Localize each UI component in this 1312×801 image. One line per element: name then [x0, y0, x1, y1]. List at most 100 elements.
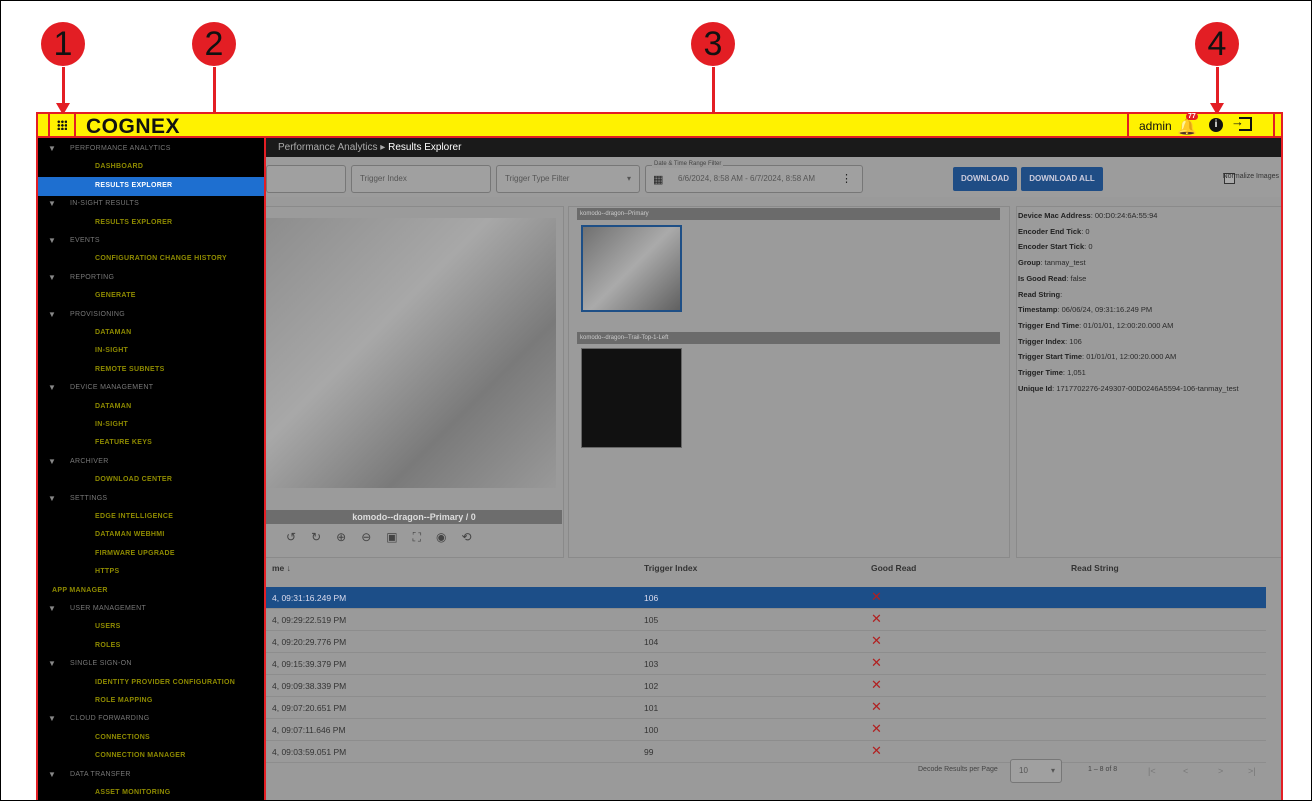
- sidebar-item[interactable]: CONNECTIONS: [38, 729, 264, 748]
- breadcrumb-separator: ▸: [380, 142, 386, 153]
- table-row[interactable]: 4, 09:07:11.646 PM 100 ✕: [266, 719, 1266, 741]
- table-row[interactable]: 4, 09:03:59.051 PM 99 ✕: [266, 741, 1266, 763]
- sidebar-item[interactable]: ROLE MAPPING: [38, 692, 264, 711]
- normalize-images-label: Normalize Images: [1222, 173, 1279, 180]
- meta-row: Trigger End Time: 01/01/01, 12:00:20.000…: [1018, 320, 1174, 330]
- sidebar-item-label: IN-SIGHT RESULTS: [70, 200, 140, 208]
- sidebar-section[interactable]: ▼ PROVISIONING: [38, 306, 264, 325]
- per-page-select[interactable]: 10 ▾: [1010, 759, 1062, 783]
- table-row[interactable]: 4, 09:07:20.651 PM 101 ✕: [266, 697, 1266, 719]
- sidebar-section[interactable]: ▼ SETTINGS: [38, 490, 264, 509]
- sidebar-item[interactable]: IN-SIGHT: [38, 342, 264, 361]
- thumbnail-primary[interactable]: [581, 225, 682, 312]
- focus-icon[interactable]: ◉: [436, 530, 461, 544]
- col-header-time[interactable]: me ↓: [272, 563, 291, 573]
- sidebar-section[interactable]: ▼ USER MANAGEMENT: [38, 600, 264, 619]
- sidebar-item-label: DATAMAN WEBHMI: [95, 531, 165, 539]
- sidebar-item-label: CONNECTION MANAGER: [95, 752, 186, 760]
- first-page-icon[interactable]: |<: [1148, 766, 1156, 776]
- fail-icon: ✕: [871, 655, 882, 670]
- sidebar-item-label: FIRMWARE UPGRADE: [95, 549, 175, 557]
- rotate-cw-icon[interactable]: ↻: [311, 530, 336, 544]
- reset-icon[interactable]: ⟲: [461, 530, 486, 544]
- fit-icon[interactable]: ▣: [386, 530, 412, 544]
- logout-icon[interactable]: [1231, 114, 1252, 131]
- sidebar-item[interactable]: REMOTE SUBNETS: [38, 361, 264, 380]
- last-page-icon[interactable]: >|: [1248, 766, 1256, 776]
- sidebar-item[interactable]: DOWNLOAD CENTER: [38, 471, 264, 490]
- sidebar-section[interactable]: ▼ CLOUD FORWARDING: [38, 710, 264, 729]
- date-range-field[interactable]: Date & Time Range Filter ▦ 6/6/2024, 8:5…: [645, 160, 863, 193]
- sidebar-item[interactable]: ASSET MONITORING: [38, 784, 264, 800]
- meta-row: Unique Id: 1717702276-249307-00D0246A559…: [1018, 383, 1239, 393]
- breadcrumb-parent[interactable]: Performance Analytics: [278, 142, 378, 153]
- sidebar-item[interactable]: RESULTS EXPLORER: [38, 176, 264, 196]
- download-all-button[interactable]: DOWNLOAD ALL: [1021, 167, 1103, 191]
- meta-row: Trigger Time: 1,051: [1018, 368, 1086, 378]
- col-header-good-read[interactable]: Good Read: [871, 563, 916, 573]
- thumbnail-trail[interactable]: [581, 348, 682, 448]
- sidebar-item[interactable]: EDGE INTELLIGENCE: [38, 508, 264, 527]
- user-menu[interactable]: admin: [1139, 119, 1172, 133]
- sidebar-item[interactable]: DATAMAN: [38, 324, 264, 343]
- sidebar-item[interactable]: GENERATE: [38, 287, 264, 306]
- table-row[interactable]: 4, 09:29:22.519 PM 105 ✕: [266, 609, 1266, 631]
- more-vert-icon[interactable]: ⋮: [841, 166, 852, 192]
- fail-icon: ✕: [871, 611, 882, 626]
- sidebar-section[interactable]: ▼ SINGLE SIGN-ON: [38, 655, 264, 674]
- header-actions: admin 🔔 77 i: [1127, 112, 1275, 138]
- fail-icon: ✕: [871, 589, 882, 604]
- sidebar-item-label: EVENTS: [70, 237, 100, 244]
- sidebar-section[interactable]: ▼ DEVICE MANAGEMENT: [38, 379, 264, 398]
- table-row[interactable]: 4, 09:20:29.776 PM 104 ✕: [266, 631, 1266, 653]
- search-field[interactable]: [266, 165, 346, 193]
- table-row[interactable]: 4, 09:31:16.249 PM 106 ✕: [266, 587, 1266, 609]
- sidebar-item[interactable]: CONNECTION MANAGER: [38, 747, 264, 766]
- sidebar-item[interactable]: RESULTS EXPLORER: [38, 214, 264, 233]
- next-page-icon[interactable]: >: [1218, 766, 1223, 776]
- sidebar-item[interactable]: DASHBOARD: [38, 158, 264, 177]
- sidebar-item-label: IN-SIGHT: [95, 347, 129, 355]
- info-icon[interactable]: i: [1209, 118, 1223, 132]
- sidebar-item[interactable]: DATAMAN WEBHMI: [38, 526, 264, 545]
- sidebar-item[interactable]: APP MANAGER: [38, 582, 264, 601]
- sidebar-item[interactable]: USERS: [38, 618, 264, 637]
- sidebar-item[interactable]: DATAMAN: [38, 398, 264, 417]
- col-header-trigger-index[interactable]: Trigger Index: [644, 563, 697, 573]
- fullscreen-icon[interactable]: ⛶: [413, 530, 436, 544]
- calendar-icon[interactable]: ▦: [653, 167, 663, 193]
- inspection-image[interactable]: [266, 218, 556, 488]
- table-row[interactable]: 4, 09:15:39.379 PM 103 ✕: [266, 653, 1266, 675]
- sidebar-section[interactable]: ▼ REPORTING: [38, 269, 264, 288]
- chevron-down-icon: ▾: [1050, 766, 1055, 775]
- sidebar-section[interactable]: ▼ EVENTS: [38, 232, 264, 251]
- sidebar-item[interactable]: FEATURE KEYS: [38, 434, 264, 453]
- col-header-read-string[interactable]: Read String: [1071, 563, 1119, 573]
- sidebar-item[interactable]: CONFIGURATION CHANGE HISTORY: [38, 250, 264, 269]
- sidebar-item-label: GENERATE: [95, 292, 136, 300]
- sidebar-section[interactable]: ▼ ARCHIVER: [38, 453, 264, 472]
- download-button[interactable]: DOWNLOAD: [953, 167, 1017, 191]
- sidebar-section[interactable]: ▼ IN-SIGHT RESULTS: [38, 195, 264, 214]
- sidebar-item[interactable]: ROLES: [38, 637, 264, 656]
- bell-icon[interactable]: 🔔: [1177, 117, 1197, 137]
- trigger-index-field[interactable]: Trigger Index: [351, 165, 491, 193]
- sidebar-section[interactable]: ▼ PERFORMANCE ANALYTICS: [38, 140, 264, 159]
- app-launcher-button[interactable]: [48, 112, 76, 138]
- sidebar-item[interactable]: FIRMWARE UPGRADE: [38, 545, 264, 564]
- sidebar-item[interactable]: IDENTITY PROVIDER CONFIGURATION: [38, 674, 264, 693]
- table-row[interactable]: 4, 09:09:38.339 PM 102 ✕: [266, 675, 1266, 697]
- sidebar-nav: ▼ PERFORMANCE ANALYTICS DASHBOARD RESULTS E…: [36, 138, 266, 800]
- sidebar-item[interactable]: HTTPS: [38, 563, 264, 582]
- meta-row: Timestamp: 06/06/24, 09:31:16.249 PM: [1018, 305, 1153, 315]
- sidebar-item-label: REPORTING: [70, 273, 115, 281]
- rotate-ccw-icon[interactable]: ↺: [286, 530, 311, 544]
- trigger-type-select[interactable]: Trigger Type Filter ▾: [496, 165, 640, 193]
- sidebar-item-label: APP MANAGER: [52, 586, 108, 594]
- prev-page-icon[interactable]: <: [1183, 766, 1188, 776]
- breadcrumb-current: Results Explorer: [388, 142, 462, 153]
- sidebar-item[interactable]: IN-SIGHT: [38, 416, 264, 435]
- zoom-in-icon[interactable]: ⊕: [336, 530, 361, 544]
- zoom-out-icon[interactable]: ⊖: [361, 530, 386, 544]
- sidebar-section[interactable]: ▼ DATA TRANSFER: [38, 766, 264, 785]
